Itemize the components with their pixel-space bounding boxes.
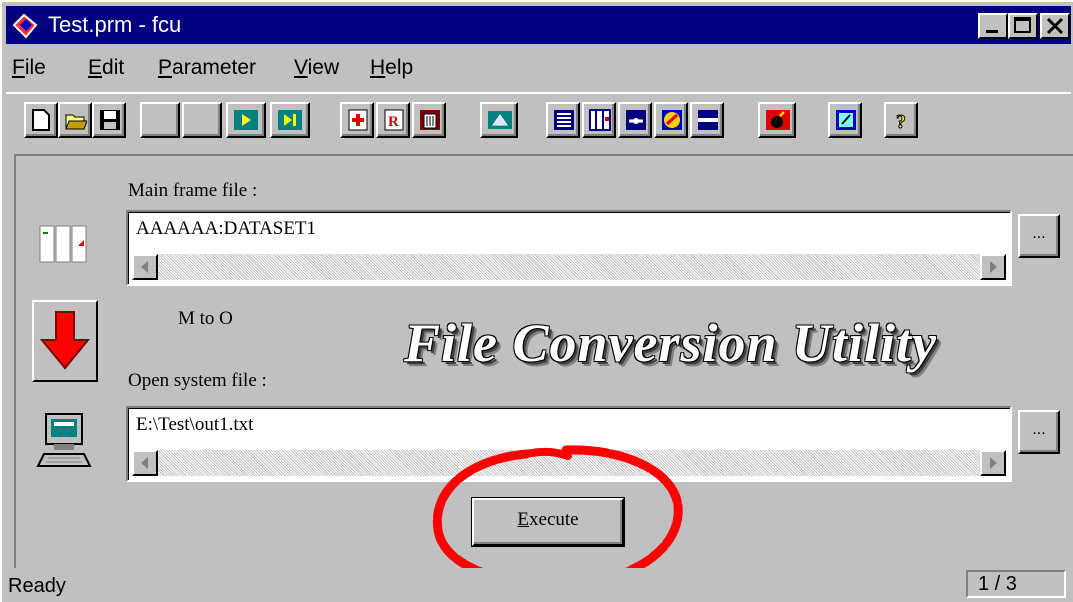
bomb-button[interactable]	[758, 102, 796, 138]
status-page-indicator: 1 / 3	[966, 570, 1066, 598]
svg-text:R: R	[388, 114, 399, 130]
edit-button[interactable]	[828, 102, 862, 138]
title-bar[interactable]: Test.prm - fcu	[6, 6, 1071, 44]
direction-label: M to O	[178, 308, 233, 329]
mainframe-scrollbar[interactable]	[132, 254, 1006, 280]
status-text: Ready	[8, 575, 66, 597]
arrow-left-icon	[141, 457, 148, 469]
scroll-left-button[interactable]	[132, 254, 158, 280]
step-icon	[278, 110, 302, 130]
trash-icon	[420, 110, 440, 130]
arrow-right-icon	[990, 457, 997, 469]
new-file-icon	[32, 109, 50, 131]
close-button[interactable]	[1040, 13, 1070, 39]
menu-help[interactable]: Help	[370, 56, 413, 80]
record-button[interactable]: R	[376, 102, 410, 138]
mainframe-file-label: Main frame file :	[128, 180, 258, 201]
status-bar: Ready 1 / 3	[2, 568, 1073, 602]
connection-icon	[626, 110, 646, 130]
globe-icon	[662, 110, 682, 130]
step-button[interactable]	[270, 102, 310, 138]
layout-button[interactable]	[582, 102, 616, 138]
toolbar: R ?	[6, 92, 1071, 152]
layout-icon	[589, 109, 611, 131]
run-button[interactable]	[226, 102, 266, 138]
new-file-button[interactable]	[24, 102, 58, 138]
database-button[interactable]	[546, 102, 580, 138]
network-icon	[488, 111, 512, 129]
close-icon	[1046, 17, 1064, 35]
svg-text:?: ?	[896, 111, 906, 131]
browse-open-system-button[interactable]: ...	[1018, 410, 1060, 454]
open-folder-icon	[65, 114, 87, 130]
edit-icon	[836, 110, 856, 130]
minimize-icon	[986, 30, 998, 33]
bomb-icon	[766, 110, 790, 130]
open-system-file-value: E:\Test\out1.txt	[136, 414, 254, 435]
help-button[interactable]: ?	[884, 102, 918, 138]
arrow-right-icon	[990, 261, 997, 273]
arrow-down-icon	[39, 311, 91, 370]
save-icon	[100, 110, 120, 130]
open-folder-button[interactable]	[58, 102, 92, 138]
menu-file[interactable]: File	[12, 56, 46, 80]
app-window: Test.prm - fcu File Edit Parameter View …	[0, 0, 1073, 602]
menu-view[interactable]: View	[294, 56, 339, 80]
minimize-button[interactable]	[978, 13, 1008, 39]
network-button[interactable]	[480, 102, 518, 138]
menu-bar: File Edit Parameter View Help	[6, 46, 1071, 90]
menu-parameter[interactable]: Parameter	[158, 56, 256, 80]
maximize-icon	[1014, 17, 1031, 33]
connection-button[interactable]	[618, 102, 652, 138]
browse-mainframe-button[interactable]: ...	[1018, 214, 1060, 258]
add-icon	[348, 109, 368, 131]
record-icon: R	[384, 109, 404, 131]
database-icon	[554, 110, 574, 130]
line-button[interactable]	[690, 102, 724, 138]
computer-icon	[36, 413, 92, 467]
open-system-file-label: Open system file :	[128, 370, 267, 391]
play-icon	[234, 110, 258, 130]
scroll-right-button[interactable]	[980, 450, 1006, 476]
maximize-button[interactable]	[1008, 13, 1038, 39]
delete-button[interactable]	[412, 102, 446, 138]
blank-button-1[interactable]	[140, 102, 180, 138]
arrow-left-icon	[141, 261, 148, 273]
save-button[interactable]	[92, 102, 126, 138]
mainframe-file-value: AAAAAA:DATASET1	[136, 218, 317, 239]
help-icon: ?	[896, 111, 907, 132]
scroll-left-button[interactable]	[132, 450, 158, 476]
blank-button-2[interactable]	[182, 102, 222, 138]
globe-button[interactable]	[654, 102, 688, 138]
mainframe-file-field[interactable]: AAAAAA:DATASET1	[126, 210, 1012, 286]
add-button[interactable]	[340, 102, 374, 138]
scroll-right-button[interactable]	[980, 254, 1006, 280]
window-title: Test.prm - fcu	[48, 12, 182, 37]
banner-title: File Conversion Utility	[404, 313, 938, 373]
conversion-panel: Main frame file : AAAAAA:DATASET1 ... M …	[14, 154, 1073, 589]
line-icon	[698, 110, 718, 130]
app-icon	[12, 13, 38, 39]
menu-edit[interactable]: Edit	[88, 56, 124, 80]
direction-button[interactable]	[32, 300, 98, 382]
mainframe-icon	[39, 225, 87, 263]
